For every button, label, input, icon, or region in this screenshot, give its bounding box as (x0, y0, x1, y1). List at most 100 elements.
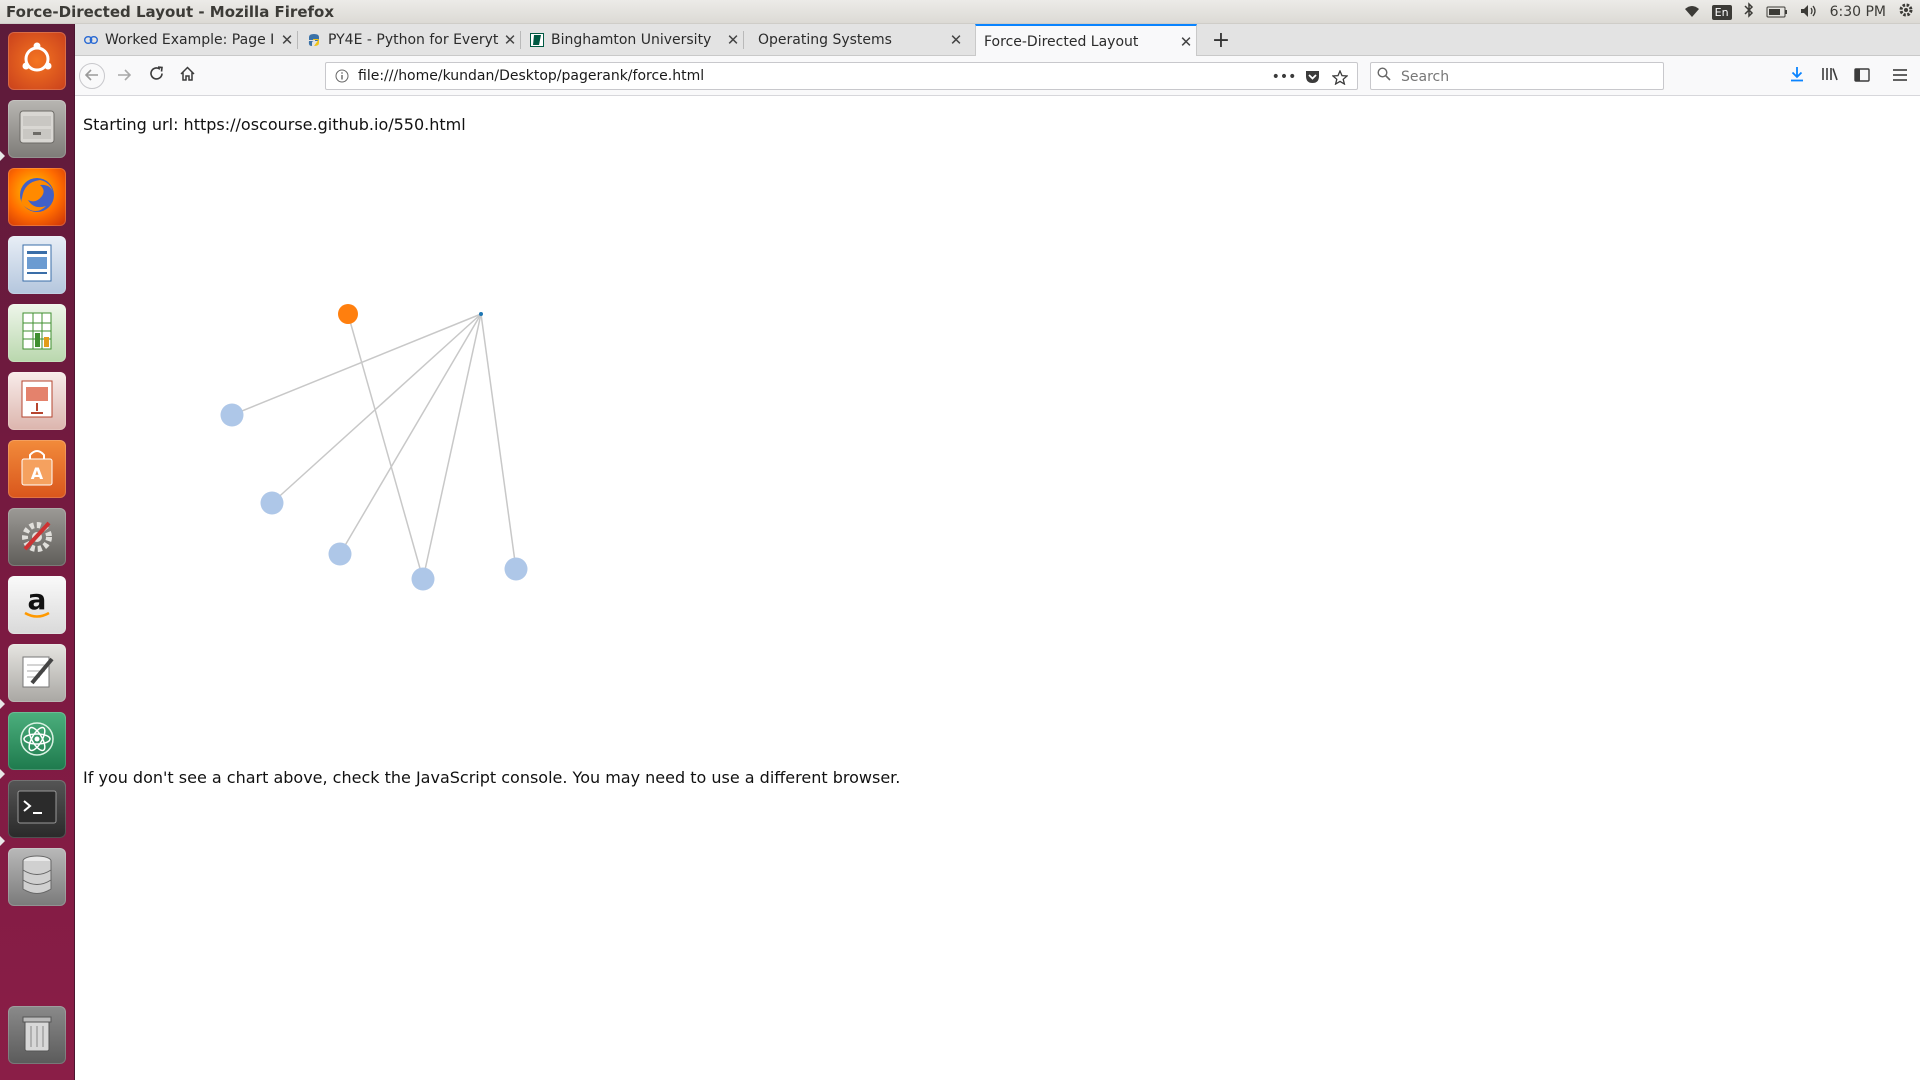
keyboard-layout-indicator[interactable]: En (1711, 4, 1732, 20)
system-tray: En 6:30 PM (1684, 1, 1914, 23)
force-directed-graph[interactable] (75, 96, 775, 716)
graph-nodes (220, 304, 528, 591)
tab-label: Worked Example: Page I (105, 32, 275, 48)
close-icon[interactable]: ✕ (723, 31, 743, 49)
downloads-button[interactable] (1783, 62, 1811, 90)
download-arrow-icon (1789, 66, 1805, 86)
sidebar-button[interactable] (1848, 62, 1876, 90)
tab-label: Force-Directed Layout (984, 33, 1139, 50)
launcher-trash[interactable] (8, 1006, 66, 1064)
top-panel: Force-Directed Layout - Mozilla Firefox … (0, 0, 1920, 24)
graph-edge-hub-n5 (480, 313, 517, 570)
document-icon (20, 243, 54, 287)
tab-label: PY4E - Python for Everyt (328, 32, 499, 48)
close-icon[interactable]: ✕ (277, 31, 297, 49)
graph-edge-hub-n3 (339, 313, 482, 555)
plus-icon: + (1211, 27, 1231, 53)
spreadsheet-icon (20, 311, 54, 355)
url-text[interactable]: file:///home/kundan/Desktop/pagerank/for… (358, 68, 704, 84)
binghamton-icon (529, 32, 545, 48)
close-icon[interactable]: ✕ (1176, 33, 1196, 51)
python-icon (306, 32, 322, 48)
close-icon[interactable]: ✕ (500, 31, 520, 49)
launcher-system-settings[interactable] (8, 508, 66, 566)
hamburger-menu-icon (1892, 67, 1908, 86)
link-icon (83, 32, 99, 48)
arrow-right-icon (117, 66, 132, 86)
arrow-left-icon (84, 66, 99, 86)
atom-icon (17, 719, 57, 763)
wifi-icon[interactable] (1684, 3, 1700, 22)
tab-force-directed-layout[interactable]: Force-Directed Layout ✕ (975, 24, 1197, 57)
launcher-ubuntu-dash[interactable] (8, 32, 66, 90)
page-actions-icon[interactable]: ••• (1272, 66, 1297, 88)
database-icon (19, 854, 55, 900)
search-input[interactable] (1399, 66, 1658, 88)
gear-icon[interactable] (1898, 2, 1914, 22)
graph-node-n1[interactable] (220, 403, 244, 427)
graph-edge-hub-n4 (422, 313, 482, 580)
graph-edge-orange-n4 (347, 313, 424, 580)
presentation-icon (19, 379, 55, 423)
graph-node-hub[interactable] (479, 312, 483, 316)
launcher-writer[interactable] (8, 236, 66, 294)
page-content: Starting url: https://oscourse.github.io… (75, 96, 1920, 1080)
reload-button[interactable] (142, 62, 170, 90)
graph-node-orange[interactable] (338, 304, 358, 324)
graph-edge-hub-n2 (271, 313, 482, 504)
browser-note-text: If you don't see a chart above, check th… (83, 768, 901, 787)
search-icon (1377, 67, 1391, 85)
back-button[interactable] (79, 63, 105, 89)
sidebar-icon (1854, 67, 1870, 86)
launcher: A a (0, 24, 75, 1080)
library-button[interactable] (1816, 62, 1844, 90)
tab-py4e[interactable]: PY4E - Python for Everyt ✕ (298, 24, 520, 56)
file-cabinet-icon (17, 108, 57, 150)
tab-label: Operating Systems (758, 32, 892, 48)
close-icon[interactable]: ✕ (946, 31, 966, 49)
graph-node-n4[interactable] (411, 567, 435, 591)
url-bar[interactable]: file:///home/kundan/Desktop/pagerank/for… (325, 62, 1358, 90)
tab-worked-example[interactable]: Worked Example: Page I ✕ (75, 24, 297, 56)
bookmark-star-icon[interactable] (1329, 66, 1351, 88)
home-button[interactable] (173, 62, 201, 90)
running-indicator (0, 836, 5, 846)
new-tab-button[interactable]: + (1207, 26, 1235, 54)
window-title: Force-Directed Layout - Mozilla Firefox (6, 3, 335, 21)
tab-operating-systems[interactable]: Operating Systems ✕ (744, 24, 966, 56)
search-bar[interactable] (1370, 62, 1664, 90)
launcher-files[interactable] (8, 100, 66, 158)
forward-button[interactable] (110, 62, 138, 90)
launcher-text-editor[interactable] (8, 644, 66, 702)
info-icon[interactable] (332, 66, 352, 86)
launcher-impress[interactable] (8, 372, 66, 430)
reload-icon (149, 66, 164, 86)
volume-icon[interactable] (1800, 3, 1818, 22)
graph-node-n3[interactable] (328, 542, 352, 566)
graph-edges (231, 313, 517, 580)
graph-edge-hub-n1 (231, 313, 482, 416)
graph-node-n5[interactable] (504, 557, 528, 581)
shopping-bag-icon: A (18, 447, 56, 491)
menu-button[interactable] (1886, 62, 1914, 90)
launcher-software[interactable]: A (8, 440, 66, 498)
amazon-icon: a (17, 583, 57, 627)
launcher-firefox[interactable] (8, 168, 66, 226)
battery-icon[interactable] (1766, 3, 1788, 22)
running-indicator (0, 151, 5, 161)
home-icon (179, 66, 195, 86)
launcher-atom[interactable] (8, 712, 66, 770)
launcher-amazon[interactable]: a (8, 576, 66, 634)
clock[interactable]: 6:30 PM (1830, 4, 1886, 20)
launcher-database[interactable] (8, 848, 66, 906)
firefox-icon (16, 174, 58, 220)
pocket-icon[interactable] (1301, 66, 1323, 88)
svg-text:a: a (28, 583, 47, 616)
graph-node-n2[interactable] (260, 491, 284, 515)
ubuntu-logo-icon (19, 41, 55, 81)
bluetooth-icon[interactable] (1744, 2, 1754, 22)
terminal-icon (16, 789, 58, 829)
tab-binghamton[interactable]: Binghamton University ✕ (521, 24, 743, 56)
launcher-terminal[interactable] (8, 780, 66, 838)
launcher-calc[interactable] (8, 304, 66, 362)
